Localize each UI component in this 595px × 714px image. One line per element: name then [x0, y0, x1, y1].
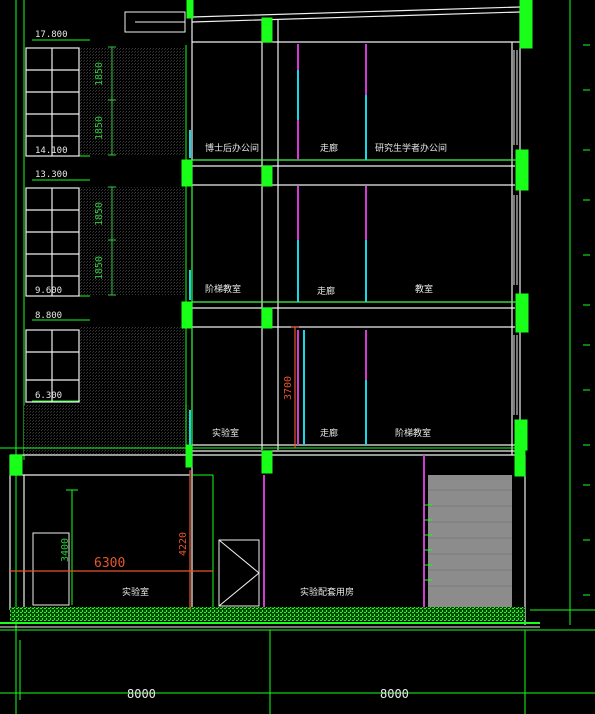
room-lab-support: 实验配套用房 [300, 586, 354, 598]
level-8800: 8.800 [35, 311, 62, 321]
room-postdoc-office: 博士后办公间 [205, 142, 259, 154]
ground-fill [10, 607, 525, 621]
room-corridor-1: 走廊 [320, 427, 338, 439]
level-17800: 17.800 [35, 30, 68, 40]
dim-6300: 6300 [94, 556, 125, 571]
dim-window-b: 1850 [94, 116, 105, 140]
level-9600: 9.600 [35, 286, 62, 296]
room-corridor-3: 走廊 [320, 142, 338, 154]
dim-3400: 3400 [60, 538, 71, 562]
stair-block [428, 475, 512, 607]
level-6300: 6.300 [35, 391, 62, 401]
room-lecture-hall-1: 阶梯教室 [395, 427, 431, 439]
section-drawing: 17.800 14.100 13.300 9.600 8.800 6.300 1… [0, 0, 595, 714]
dim-window-c: 1850 [94, 202, 105, 226]
level-14100: 14.100 [35, 146, 68, 156]
level-13300: 13.300 [35, 170, 68, 180]
room-corridor-2: 走廊 [317, 285, 335, 297]
room-researcher-office: 研究生学者办公间 [375, 142, 447, 154]
dim-8000-left: 8000 [127, 687, 156, 701]
dim-4220: 4220 [178, 532, 189, 556]
room-classroom: 教室 [415, 283, 433, 295]
dim-window-d: 1850 [94, 256, 105, 280]
dim-window-a: 1850 [94, 62, 105, 86]
room-lab-1: 实验室 [212, 427, 239, 439]
dim-8000-right: 8000 [380, 687, 409, 701]
right-ticks [583, 44, 590, 596]
room-lecture-hall: 阶梯教室 [205, 283, 241, 295]
room-lab-ground: 实验室 [122, 586, 149, 598]
dim-3700: 3700 [283, 376, 294, 400]
